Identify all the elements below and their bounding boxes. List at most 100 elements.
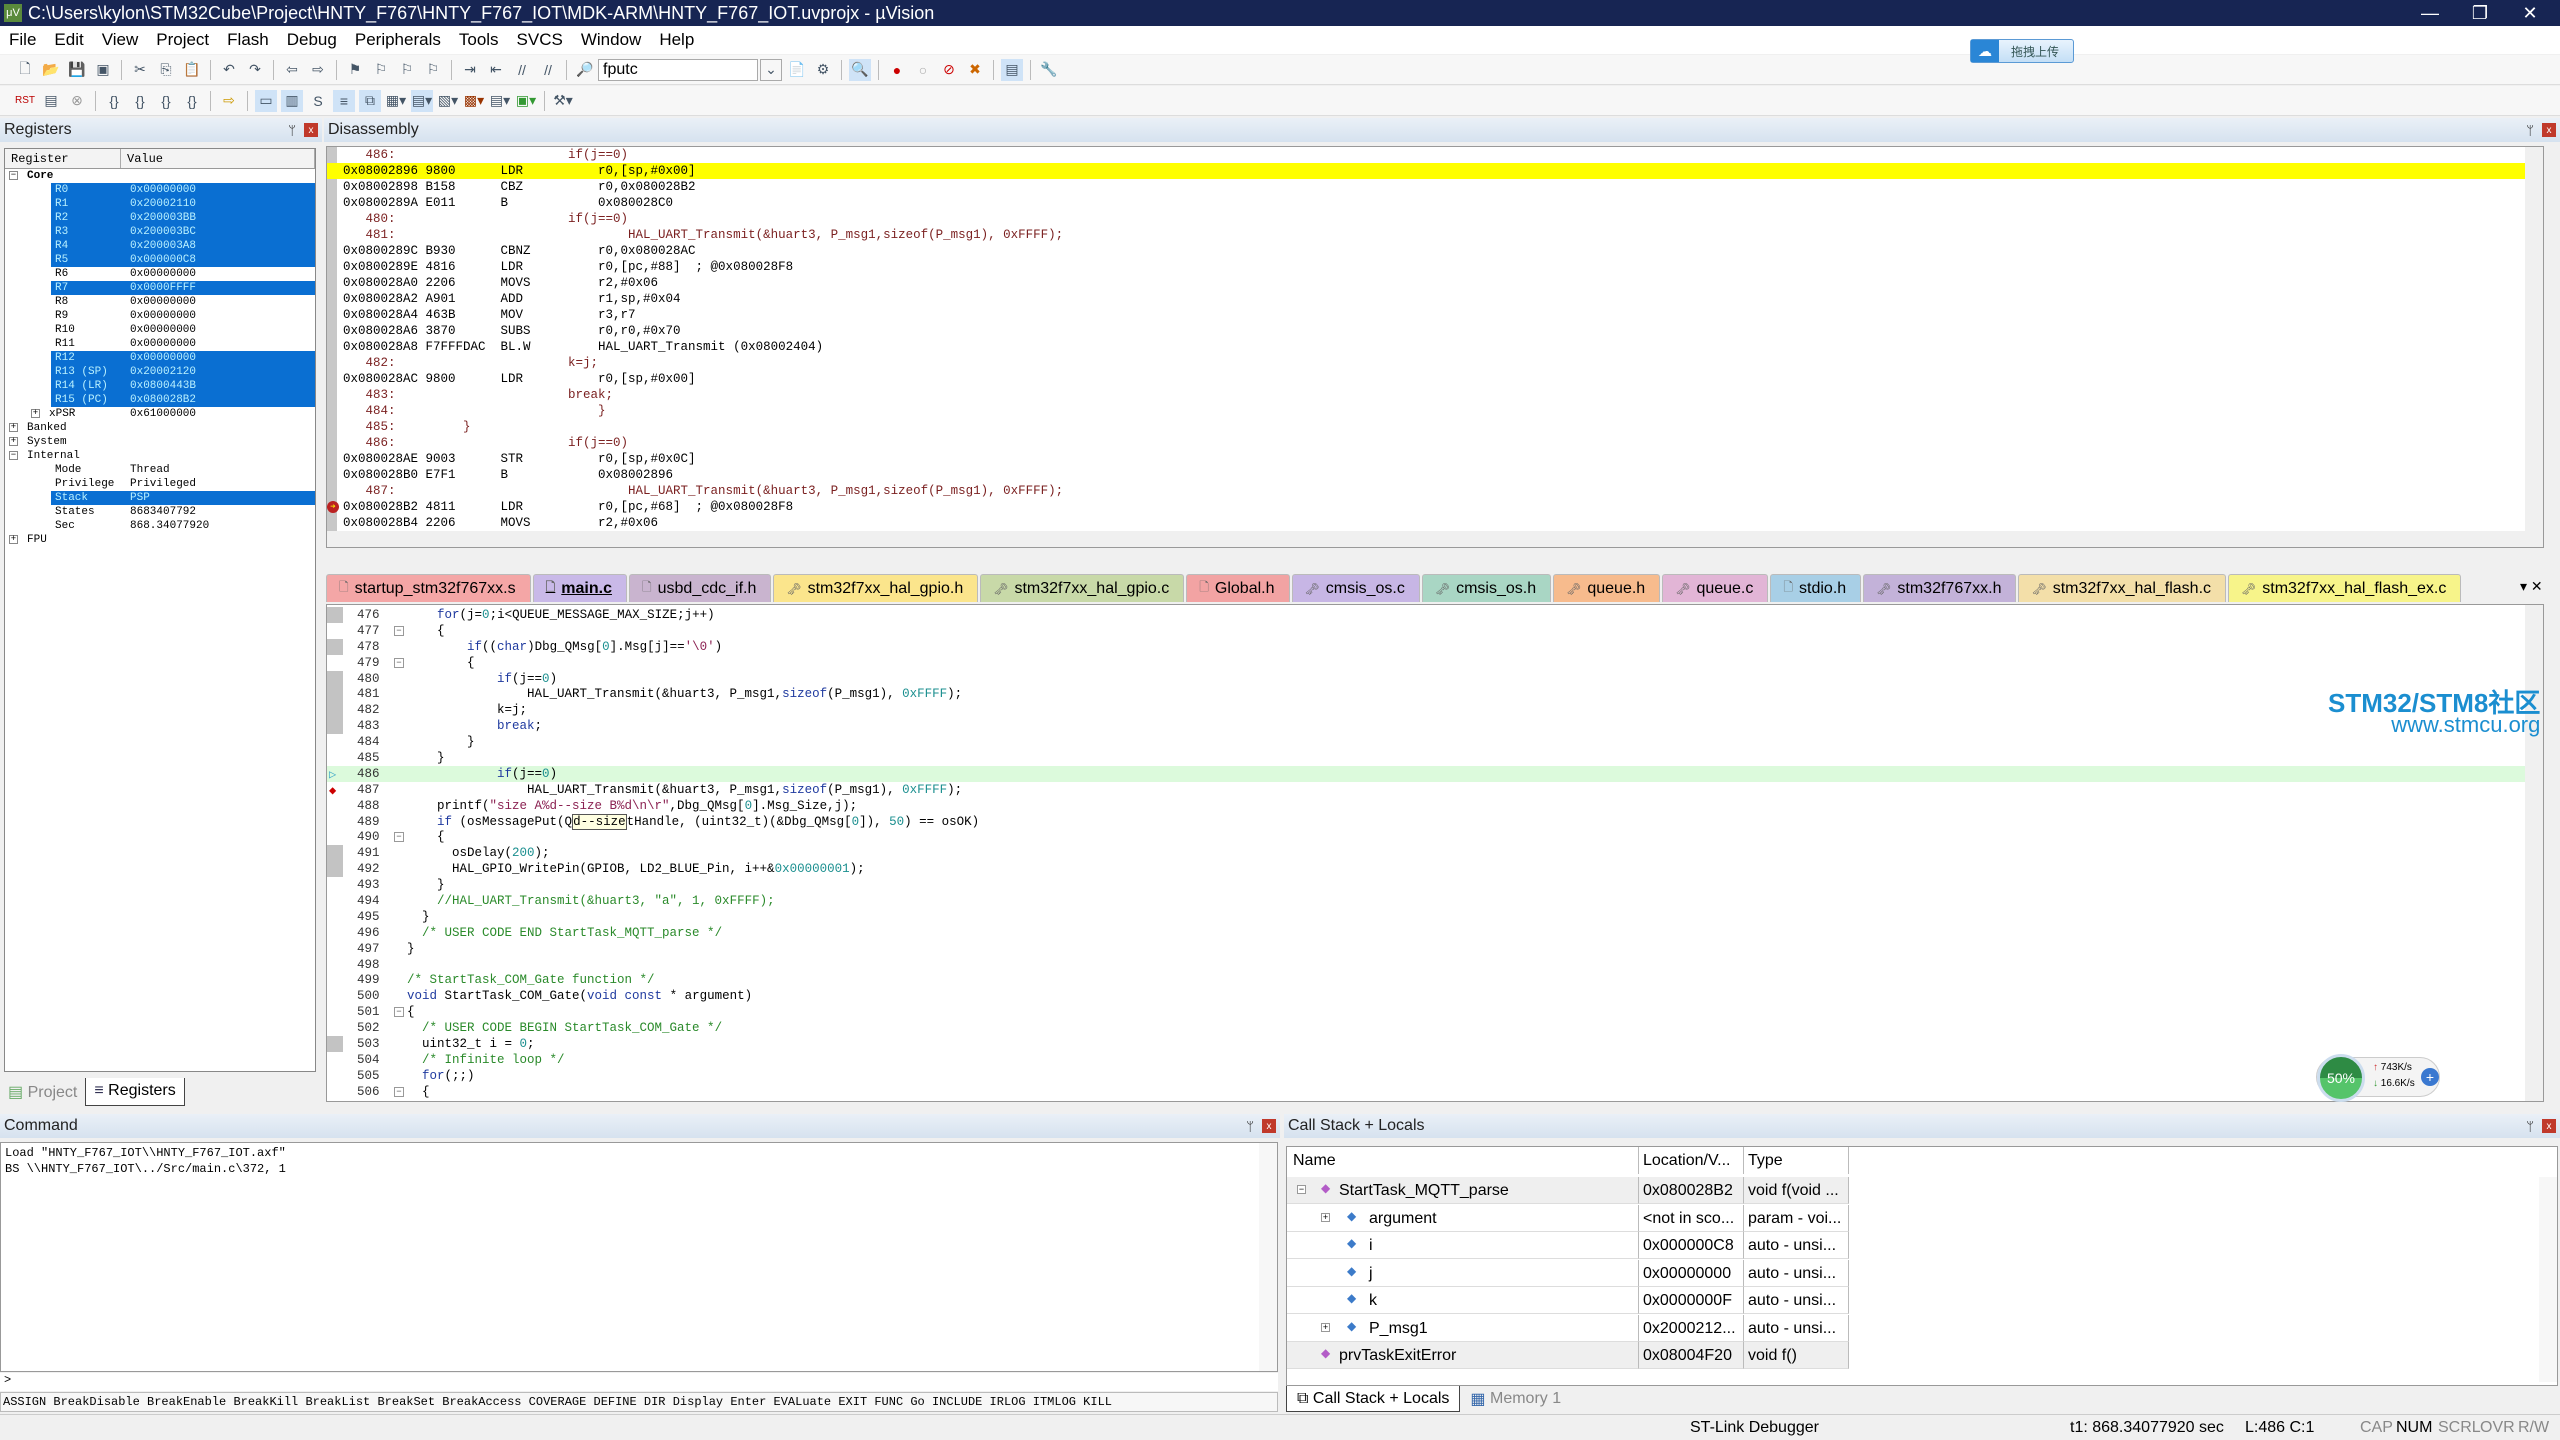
asm-line[interactable]: 0x080028A2 A901 ADD r1,sp,#0x04 [327, 291, 2543, 307]
gutter[interactable] [327, 988, 343, 1004]
gutter[interactable] [327, 814, 343, 830]
save-icon[interactable]: 💾 [66, 59, 88, 81]
undo-icon[interactable]: ↶ [218, 59, 240, 81]
fold-toggle-icon[interactable]: − [394, 1007, 404, 1018]
register-row[interactable]: − Core [5, 169, 315, 183]
fold-toggle-icon[interactable]: − [394, 832, 404, 843]
step-into-icon[interactable]: {} [103, 90, 125, 112]
source-line[interactable]: 487: HAL_UART_Transmit(&huart3, P_msg1,s… [327, 483, 2543, 499]
asm-line[interactable]: 0x080028A8 F7FFFDAC BL.W HAL_UART_Transm… [327, 339, 2543, 355]
open-file-icon[interactable]: 📂 [40, 59, 62, 81]
asm-line[interactable]: 0x0800289C B930 CBNZ r0,0x080028AC [327, 243, 2543, 259]
command-window-icon[interactable]: ▭ [255, 89, 277, 112]
code-line[interactable]: 485 } [327, 750, 2543, 766]
configure-icon[interactable]: 🔧 [1038, 59, 1060, 81]
col-value[interactable]: Value [121, 149, 315, 168]
gutter[interactable] [327, 877, 343, 893]
menu-peripherals[interactable]: Peripherals [346, 30, 450, 50]
menu-edit[interactable]: Edit [45, 30, 92, 50]
gutter[interactable] [327, 655, 343, 671]
col-name[interactable]: Name [1287, 1147, 1639, 1174]
asm-line[interactable]: 0x080028A4 463B MOV r3,r7 [327, 307, 2543, 323]
register-row[interactable]: R4 0x200003A8 [5, 239, 315, 253]
source-line[interactable]: 486: if(j==0) [327, 147, 2543, 163]
register-row[interactable]: States 8683407792 [5, 505, 315, 519]
file-tab[interactable]: 🗝 stm32f7xx_hal_gpio.h [773, 574, 979, 602]
register-row[interactable]: R1 0x20002110 [5, 197, 315, 211]
gutter[interactable] [327, 623, 343, 639]
boost-icon[interactable]: + [2421, 1068, 2439, 1086]
asm-line[interactable]: 0x080028B4 2206 MOVS r2,#0x06 [327, 515, 2543, 531]
tab-project[interactable]: ▤ Project [0, 1078, 85, 1106]
find-icon[interactable]: 📄 [786, 59, 808, 81]
register-row[interactable]: Mode Thread [5, 463, 315, 477]
trace-windows-icon[interactable]: ▤▾ [489, 90, 511, 112]
insert-breakpoint-icon[interactable]: ● [886, 59, 908, 81]
menu-window[interactable]: Window [572, 30, 650, 50]
enable-breakpoint-icon[interactable]: ○ [912, 59, 934, 81]
gutter[interactable] [327, 909, 343, 925]
code-line[interactable]: 483 break; [327, 718, 2543, 735]
gutter[interactable] [327, 607, 343, 623]
source-line[interactable]: 486: if(j==0) [327, 435, 2543, 451]
menu-flash[interactable]: Flash [218, 30, 278, 50]
file-tab[interactable]: 🗋 main.c [532, 574, 627, 602]
menu-project[interactable]: Project [147, 30, 218, 50]
fold-toggle-icon[interactable]: − [394, 1086, 404, 1097]
register-row[interactable]: R7 0x0000FFFF [5, 281, 315, 295]
gutter[interactable] [327, 941, 343, 957]
combo-dropdown-icon[interactable]: ⌄ [760, 58, 782, 81]
source-line[interactable]: 483: break; [327, 387, 2543, 403]
expand-icon[interactable]: + [1321, 1322, 1330, 1332]
gutter[interactable] [327, 1052, 343, 1068]
toolbox-icon[interactable]: ⚒▾ [552, 90, 574, 112]
asm-line[interactable]: 0x080028B0 E7F1 B 0x08002896 [327, 467, 2543, 483]
disassembly-hscrollbar[interactable] [327, 531, 2543, 547]
file-tab[interactable]: 🗝 queue.h [1553, 574, 1661, 602]
close-panel-icon[interactable]: x [2542, 1119, 2556, 1133]
register-row[interactable]: R15 (PC) 0x080028B2 [5, 393, 315, 407]
serial-windows-icon[interactable]: ▧▾ [437, 90, 459, 112]
cut-icon[interactable]: ✂ [129, 59, 151, 81]
register-row[interactable]: − Internal [5, 449, 315, 463]
asm-line[interactable]: 0x080028B2 4811 LDR r0,[pc,#68] ; @0x080… [327, 499, 2543, 515]
code-line[interactable]: 491 osDelay(200); [327, 845, 2543, 862]
code-line[interactable]: 501 −{ [327, 1004, 2543, 1020]
menu-debug[interactable]: Debug [278, 30, 346, 50]
gutter[interactable] [327, 702, 343, 719]
comment-icon[interactable]: // [511, 59, 533, 81]
gutter[interactable] [327, 1020, 343, 1036]
memory-windows-icon[interactable]: ▤▾ [411, 89, 433, 112]
find-in-files-icon[interactable]: 🔎 [574, 59, 596, 81]
close-button[interactable]: ✕ [2500, 0, 2560, 26]
code-line[interactable]: 496 /* USER CODE END StartTask_MQTT_pars… [327, 925, 2543, 941]
file-tab[interactable]: 🗝 cmsis_os.h [1421, 574, 1552, 602]
code-line[interactable]: 478 if((char)Dbg_QMsg[0].Msg[j]=='\0') [327, 638, 2543, 655]
prev-bookmark-icon[interactable]: ⚐ [370, 59, 392, 81]
show-next-statement-icon[interactable]: ⇨ [218, 90, 240, 112]
file-tab[interactable]: 🗝 stm32f7xx_hal_gpio.c [980, 574, 1185, 602]
gutter[interactable] [327, 1068, 343, 1084]
callstack-name[interactable]: + ◆ P_msg1 [1287, 1314, 1639, 1342]
stop-icon[interactable]: ⊗ [66, 90, 88, 112]
code-line[interactable]: 506 − { [327, 1084, 2543, 1100]
asm-line[interactable]: 0x0800289A E011 B 0x080028C0 [327, 195, 2543, 211]
watch-windows-icon[interactable]: ▦▾ [385, 90, 407, 112]
register-row[interactable]: + Banked [5, 421, 315, 435]
code-line[interactable]: 498 [327, 957, 2543, 973]
asm-line[interactable]: 0x08002898 B158 CBZ r0,0x080028B2 [327, 179, 2543, 195]
gutter[interactable] [327, 972, 343, 988]
code-line[interactable]: 494 //HAL_UART_Transmit(&huart3, "a", 1,… [327, 893, 2543, 909]
code-line[interactable]: 497} [327, 941, 2543, 957]
code-line[interactable]: ▷ 486 if(j==0) [327, 765, 2543, 782]
registers-window-icon[interactable]: ≡ [333, 89, 355, 112]
disable-breakpoints-icon[interactable]: ⊘ [938, 59, 960, 81]
callstack-name[interactable]: ◆ k [1287, 1287, 1639, 1314]
pin-icon[interactable]: ᛘ [1246, 1119, 1254, 1134]
file-tab[interactable]: 🗋 usbd_cdc_if.h [628, 574, 772, 602]
kill-breakpoints-icon[interactable]: ✖ [964, 59, 986, 81]
expand-icon[interactable]: + [31, 409, 40, 418]
net-speed-widget[interactable]: 50% ↑ 743K/s ↓ 16.6K/s + [2316, 1054, 2440, 1102]
asm-line[interactable]: 0x080028AC 9800 LDR r0,[sp,#0x00] [327, 371, 2543, 387]
code-editor[interactable]: 476 for(j=0;i<QUEUE_MESSAGE_MAX_SIZE;j++… [326, 604, 2544, 1102]
